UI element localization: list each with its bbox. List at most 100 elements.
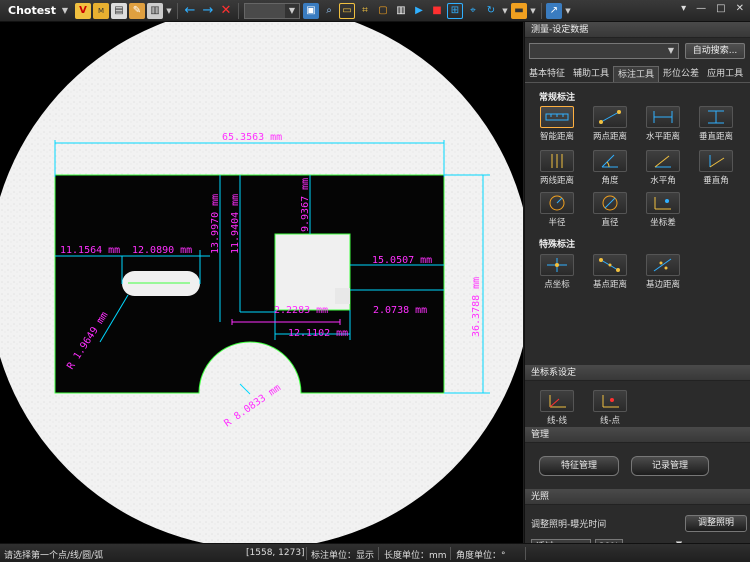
tool-radius[interactable]: 半径 [533,192,581,228]
measure-icon[interactable]: M [93,2,109,19]
tool-label: 垂直距离 [698,132,733,142]
tab-annotation-tools[interactable]: 标注工具 [613,66,660,82]
dim-overall-height[interactable]: 36.3788 mm [471,277,482,337]
window-menu-icon[interactable]: ▾ [681,3,686,14]
delete-icon[interactable]: ✕ [218,3,234,19]
barcode-icon[interactable]: ▥ [393,3,409,19]
tool-point-coordinate[interactable]: 点坐标 [533,254,581,290]
fit-view-icon[interactable]: ▭ [339,2,355,19]
point-coordinate-icon [540,254,574,276]
crop-icon[interactable]: ⌗ [357,3,373,19]
light-label: 调整照明-曝光时间 [531,520,607,530]
tool-line-point[interactable]: 线-点 [586,390,634,426]
base-point-icon [593,254,627,276]
inner-step [335,288,350,304]
record-manage-button[interactable]: 记录管理 [631,456,709,476]
dim-slot-width[interactable]: 12.0890 mm [132,245,192,256]
tool-label: 基点距离 [592,280,627,290]
rotate-menu-icon[interactable]: ▼ [501,3,509,19]
right-panel: 测量-设定数据 ▼ 自动搜索... 基本特征 辅助工具 标注工具 形位公差 应用… [524,22,750,555]
dim-right-offset[interactable]: 15.0507 mm [372,255,432,266]
tool-two-line-distance[interactable]: 两线距离 [533,150,581,186]
dim-vertical-3[interactable]: 9.9367 mm [300,178,311,232]
dim-square-width[interactable]: 12.1102 mm [288,328,348,339]
tab-app-tools[interactable]: 应用工具 [703,66,747,82]
redo-icon[interactable]: → [200,3,216,19]
diagonal-distance-icon [593,106,627,128]
tool-vertical-angle[interactable]: 垂直角 [692,150,740,186]
minimize-icon[interactable]: — [696,3,706,14]
tool-label: 线-点 [599,416,621,426]
measurement-viewport[interactable]: 65.3563 mm 11.1564 mm 12.0890 mm 13.9970… [0,22,523,543]
tool-smart-distance[interactable]: 智能距离 [533,106,581,142]
horizontal-angle-icon [646,150,680,172]
tab-basic-features[interactable]: 基本特征 [525,66,569,82]
image-icon[interactable]: ▣ [303,2,319,19]
tab-aux-tools[interactable]: 辅助工具 [569,66,613,82]
status-coords: [1558, 1273] [246,548,305,558]
status-prompt: 请选择第一个点/线/圆/弧 [4,551,104,561]
tool-base-point-distance[interactable]: 基点距离 [586,254,634,290]
undo-icon[interactable]: ← [182,3,198,19]
dim-overall-width[interactable]: 65.3563 mm [222,132,282,143]
radius-icon [540,192,574,214]
tool-label: 水平距离 [645,132,680,142]
layer-menu-icon[interactable]: ▼ [529,3,537,19]
chevron-down-icon: ▼ [285,3,299,18]
tool-diameter[interactable]: 直径 [586,192,634,228]
tool-label: 半径 [548,218,566,228]
tool-horizontal-angle[interactable]: 水平角 [639,150,687,186]
window-controls: ▾ — □ ✕ [681,3,744,14]
dim-vertical-1[interactable]: 13.9970 mm [210,194,221,254]
dim-inner-b[interactable]: 2.0738 mm [373,305,427,316]
tool-angle[interactable]: 角度 [586,150,634,186]
tool-label: 基边距离 [645,280,680,290]
save-icon[interactable]: ▤ [111,2,127,19]
tool-two-point-distance[interactable]: 两点距离 [586,106,634,142]
tab-gdt[interactable]: 形位公差 [659,66,703,82]
play-icon[interactable]: ▶ [411,3,427,19]
tool-label: 水平角 [650,176,676,186]
app-menu-icon[interactable]: ▼ [57,3,73,19]
tool-base-edge-distance[interactable]: 基边距离 [639,254,687,290]
feature-search-combo[interactable]: ▼ [529,43,679,59]
tool-vertical-distance[interactable]: 垂直距离 [692,106,740,142]
manage-section-header: 管理 [525,427,750,443]
print-menu-icon[interactable]: ▼ [165,3,173,19]
restore-icon[interactable]: □ [716,3,725,14]
dim-vertical-2[interactable]: 11.9404 mm [230,194,241,254]
feature-manage-button[interactable]: 特征管理 [539,456,619,476]
grid-icon[interactable]: ⊞ [447,2,463,19]
close-icon[interactable]: ✕ [736,3,744,14]
group-special-title: 特殊标注 [539,240,576,250]
report-icon[interactable]: ↗ [546,2,562,19]
tool-line-line[interactable]: 线-线 [533,390,581,426]
panel-header: 测量-设定数据 [525,22,750,38]
tool-coordinate-diff[interactable]: 坐标差 [639,192,687,228]
frame-icon[interactable]: ▢ [375,3,391,19]
axis-line-line-icon [540,390,574,412]
rotate-icon[interactable]: ↻ [483,3,499,19]
open-file-icon[interactable]: V [75,2,91,19]
dim-inner-a[interactable]: 2.2283 mm [274,305,328,316]
coord-section-header: 坐标系设定 [525,365,750,381]
tool-label: 线-线 [546,416,568,426]
zoom-icon[interactable]: ⌕ [321,3,337,19]
status-bar: 请选择第一个点/线/圆/弧 [1558, 1273] 标注单位：显示 长度单位：… [0,543,750,562]
angle-icon [593,150,627,172]
layer-icon[interactable]: ▬ [511,2,527,19]
dim-slot-left[interactable]: 11.1564 mm [60,245,120,256]
edit-icon[interactable]: ✎ [129,2,145,19]
chevron-down-icon: ▼ [667,46,675,55]
print-icon[interactable]: ▥ [147,2,163,19]
diameter-icon [593,192,627,214]
report-menu-icon[interactable]: ▼ [564,3,572,19]
tool-horizontal-distance[interactable]: 水平距离 [639,106,687,142]
measurement-canvas[interactable]: 65.3563 mm 11.1564 mm 12.0890 mm 13.9970… [0,22,523,543]
tool-label: 两线距离 [539,176,574,186]
adjust-light-button[interactable]: 调整照明 [685,515,747,532]
record-icon[interactable]: ■ [429,3,445,19]
zoom-combo[interactable]: ▼ [244,2,300,19]
edge-detect-icon[interactable]: ⌖ [465,3,481,19]
auto-search-button[interactable]: 自动搜索... [685,43,745,59]
